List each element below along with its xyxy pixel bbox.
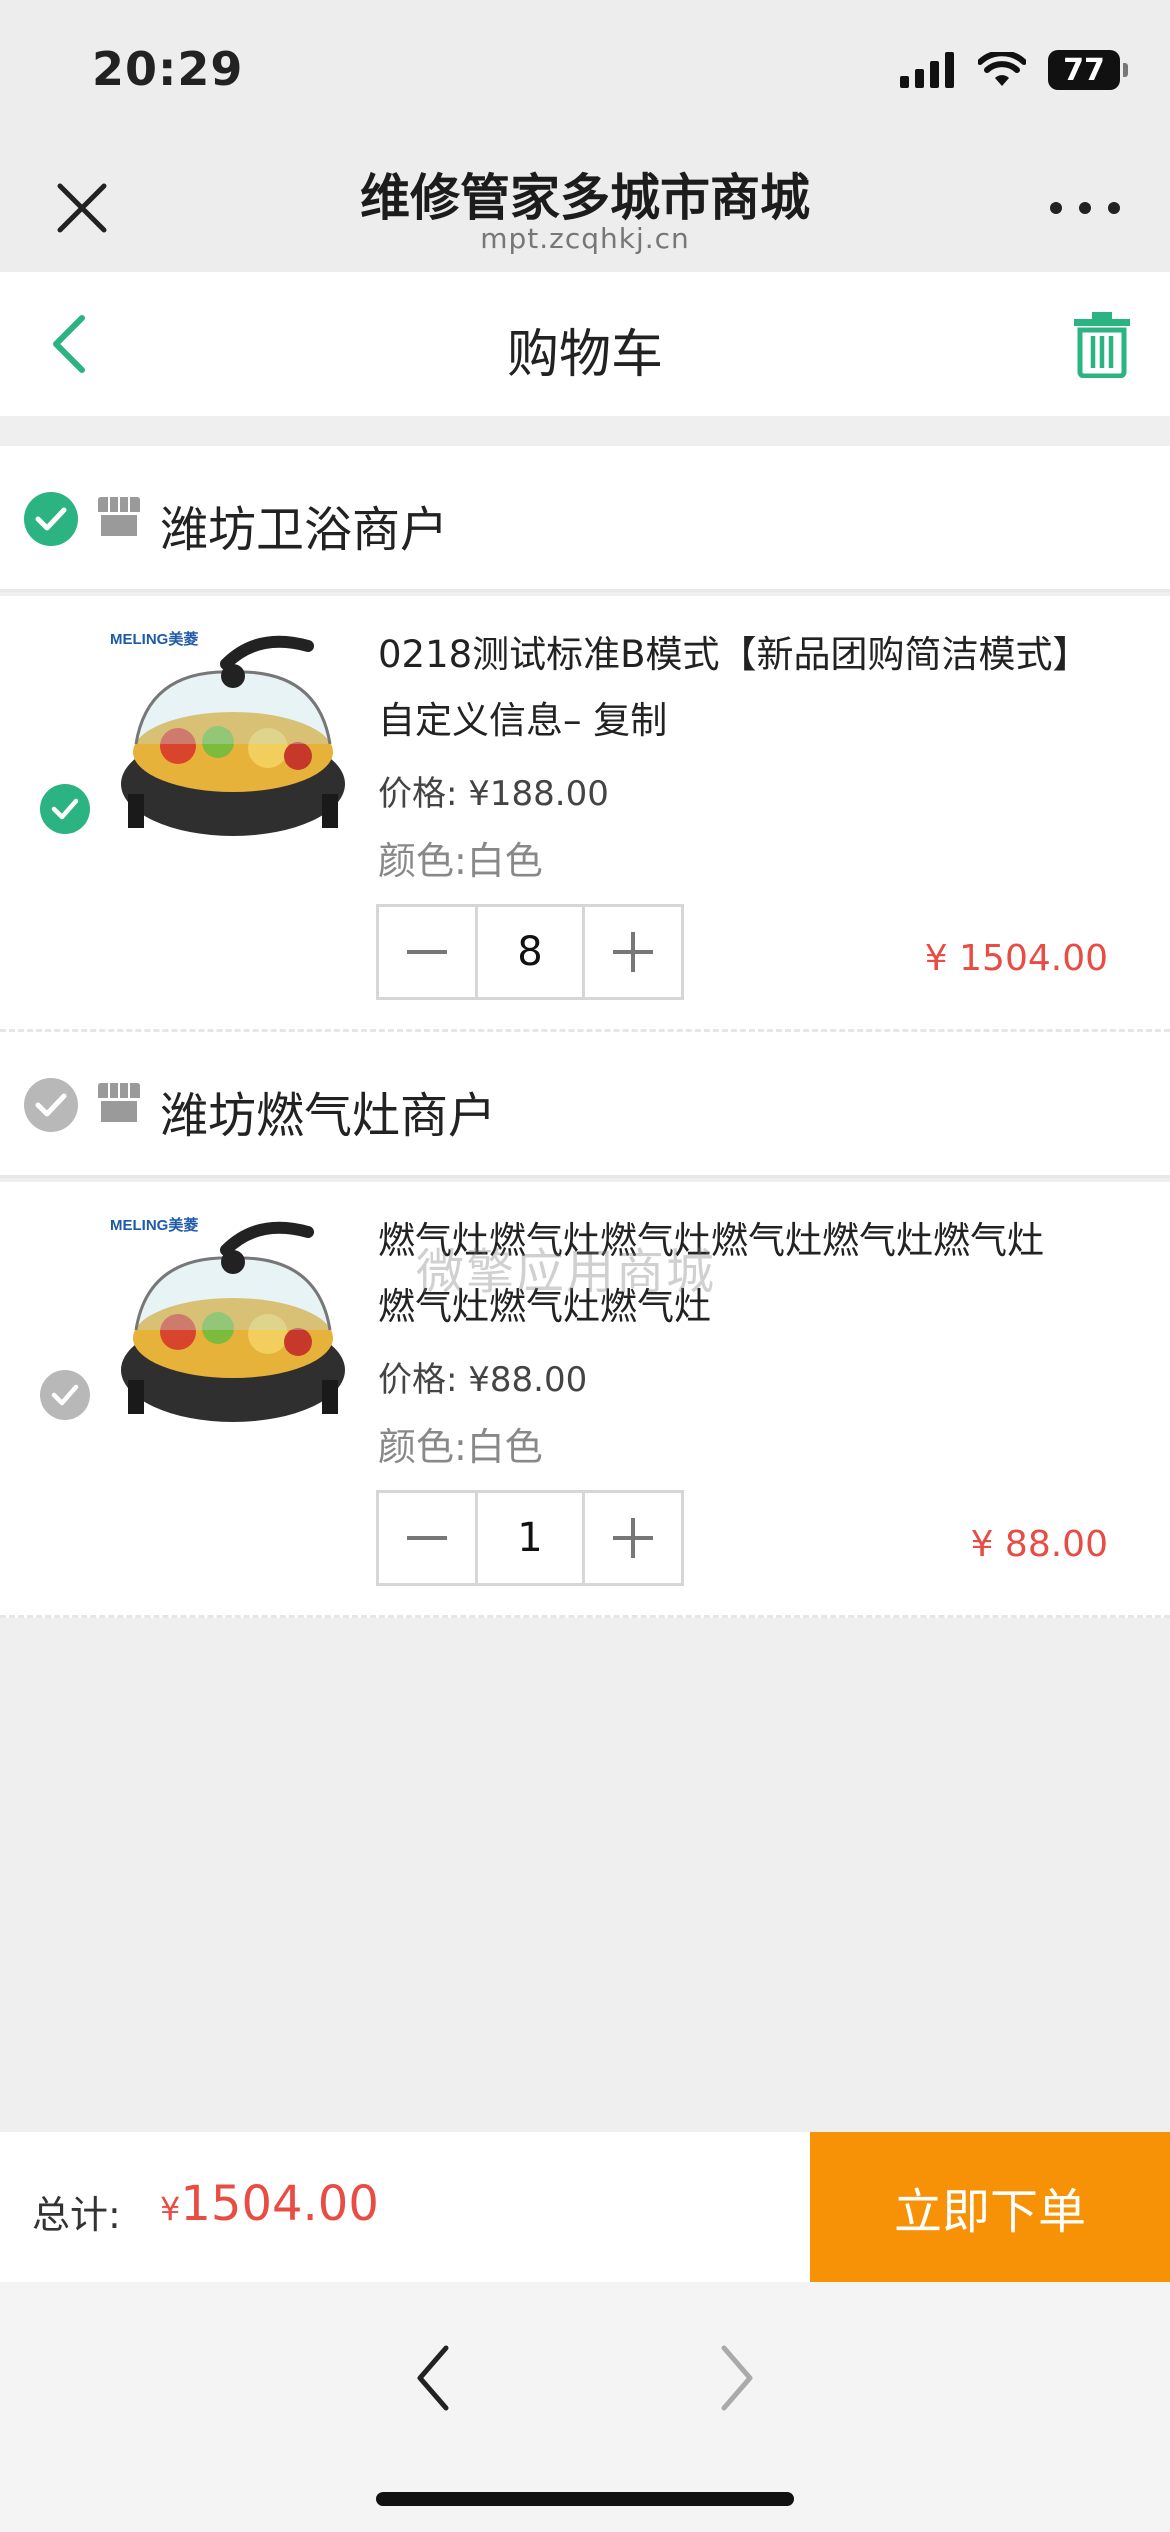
svg-text:MELING美菱: MELING美菱 xyxy=(110,1216,198,1234)
item-checkbox[interactable] xyxy=(40,1370,90,1420)
cart-item: MELING美菱 0218测试标准B模式【新品团购简洁模式】自定义信息– 复制 … xyxy=(0,596,1170,1032)
page-title: 购物车 xyxy=(506,325,663,385)
decrease-button[interactable] xyxy=(379,907,475,997)
item-checkbox[interactable] xyxy=(40,784,90,834)
more-dot xyxy=(1050,202,1062,214)
shop-header: 潍坊燃气灶商户 xyxy=(0,1032,1170,1178)
decrease-button[interactable] xyxy=(379,1493,475,1583)
shop-checkbox[interactable] xyxy=(24,492,78,546)
status-time: 20:29 xyxy=(92,42,244,96)
check-icon xyxy=(51,1384,79,1406)
total-label: 总计: xyxy=(32,2193,121,2237)
product-price: 价格: ¥188.00 xyxy=(378,774,609,814)
app-navbar: 购物车 xyxy=(0,272,1170,416)
browser-header: 维修管家多城市商城 mpt.zcqhkj.cn xyxy=(0,140,1170,272)
minus-icon xyxy=(407,950,447,954)
quantity-value[interactable]: 8 xyxy=(475,907,585,997)
checkout-bar: 总计: ¥1504.00 立即下单 xyxy=(0,2132,1170,2282)
signal-icon xyxy=(900,52,954,88)
more-button[interactable] xyxy=(1050,198,1120,218)
product-price: 价格: ¥88.00 xyxy=(378,1360,588,1400)
quantity-value[interactable]: 1 xyxy=(475,1493,585,1583)
shop-name: 潍坊卫浴商户 xyxy=(160,502,449,558)
battery-icon: 77 xyxy=(1048,50,1128,90)
product-image[interactable]: MELING美菱 xyxy=(108,624,358,864)
quantity-stepper: 8 xyxy=(376,904,684,1000)
item-subtotal: ¥ 1504.00 xyxy=(924,938,1108,979)
site-title: 维修管家多城市商城 xyxy=(360,169,810,227)
wifi-icon xyxy=(978,52,1026,86)
increase-button[interactable] xyxy=(585,907,681,997)
total-value: 1504.00 xyxy=(180,2176,379,2232)
cart-page: 20:29 77 维修管家多城市商城 mpt.zcqhkj.cn 购物车 潍坊卫… xyxy=(0,0,1170,2532)
product-image[interactable]: MELING美菱 xyxy=(108,1210,358,1450)
trash-icon[interactable] xyxy=(1072,310,1132,378)
minus-icon xyxy=(407,1536,447,1540)
product-color: 颜色:白色 xyxy=(378,839,543,883)
store-icon xyxy=(98,497,140,536)
more-dot xyxy=(1108,202,1120,214)
shop-checkbox[interactable] xyxy=(24,1078,78,1132)
status-icons: 77 xyxy=(900,48,1128,92)
status-bar: 20:29 77 xyxy=(0,0,1170,140)
currency-symbol: ¥ xyxy=(160,2190,181,2228)
place-order-button[interactable]: 立即下单 xyxy=(810,2132,1170,2282)
svg-text:MELING美菱: MELING美菱 xyxy=(110,630,198,648)
browser-forward-icon[interactable] xyxy=(712,2338,762,2418)
browser-nav xyxy=(0,2282,1170,2532)
increase-button[interactable] xyxy=(585,1493,681,1583)
product-color: 颜色:白色 xyxy=(378,1425,543,1469)
check-icon xyxy=(35,507,67,531)
product-name[interactable]: 0218测试标准B模式【新品团购简洁模式】自定义信息– 复制 xyxy=(378,622,1078,754)
site-url: mpt.zcqhkj.cn xyxy=(480,222,690,255)
total-amount: ¥1504.00 xyxy=(160,2176,379,2232)
browser-back-icon[interactable] xyxy=(408,2338,458,2418)
shop-name: 潍坊燃气灶商户 xyxy=(160,1088,497,1144)
check-icon xyxy=(35,1093,67,1117)
plus-icon xyxy=(613,1518,653,1558)
check-icon xyxy=(51,798,79,820)
shop-header: 潍坊卫浴商户 xyxy=(0,446,1170,592)
more-dot xyxy=(1079,202,1091,214)
item-subtotal: ¥ 88.00 xyxy=(970,1524,1108,1565)
home-indicator[interactable] xyxy=(376,2492,794,2506)
watermark: 微擎应用商城 xyxy=(416,1244,717,1300)
store-icon xyxy=(98,1083,140,1122)
plus-icon xyxy=(613,932,653,972)
quantity-stepper: 1 xyxy=(376,1490,684,1586)
battery-level: 77 xyxy=(1063,52,1105,88)
